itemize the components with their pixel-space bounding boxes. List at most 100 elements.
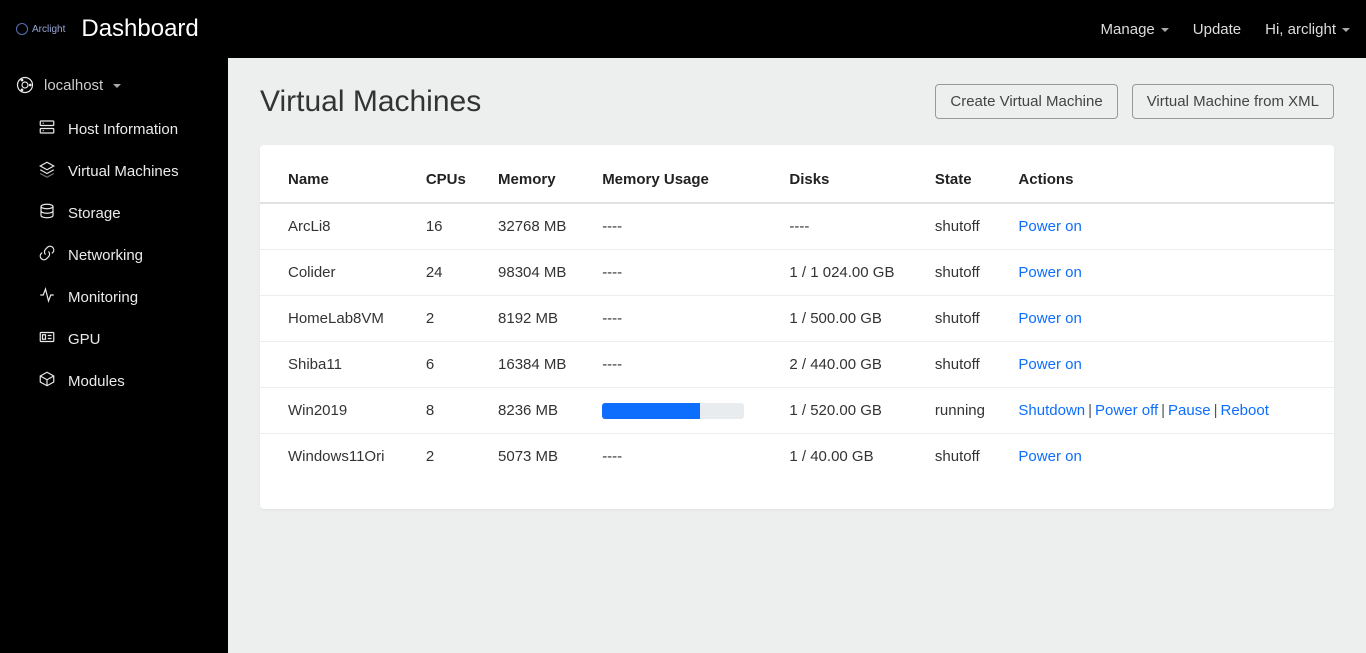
vm-actions: Power on — [1006, 203, 1334, 250]
action-pause[interactable]: Pause — [1168, 402, 1211, 419]
vm-from-xml-button[interactable]: Virtual Machine from XML — [1132, 84, 1334, 119]
action-power-on[interactable]: Power on — [1018, 264, 1081, 281]
nav-icon — [38, 244, 56, 266]
topbar: Arclight Dashboard Manage Update Hi, arc… — [0, 0, 1366, 58]
vm-memory-usage: ---- — [590, 203, 777, 250]
action-power-on[interactable]: Power on — [1018, 310, 1081, 327]
brand-logo: Arclight — [16, 23, 65, 35]
action-reboot[interactable]: Reboot — [1221, 402, 1269, 419]
col-name: Name — [260, 157, 414, 203]
vm-cpus: 8 — [414, 388, 486, 434]
manage-menu[interactable]: Manage — [1101, 21, 1169, 38]
vm-memory: 16384 MB — [486, 342, 590, 388]
vm-memory-usage: ---- — [590, 342, 777, 388]
vm-disks: 1 / 40.00 GB — [777, 434, 923, 480]
vm-cpus: 6 — [414, 342, 486, 388]
vm-actions: Power on — [1006, 250, 1334, 296]
sidebar-item-virtual-machines[interactable]: Virtual Machines — [0, 150, 228, 192]
chevron-down-icon — [1161, 28, 1169, 32]
action-power-on[interactable]: Power on — [1018, 356, 1081, 373]
col-actions: Actions — [1006, 157, 1334, 203]
main-actions: Create Virtual Machine Virtual Machine f… — [935, 84, 1334, 119]
vm-disks: ---- — [777, 203, 923, 250]
table-row: Shiba11616384 MB----2 / 440.00 GBshutoff… — [260, 342, 1334, 388]
col-state: State — [923, 157, 1007, 203]
sidebar-item-monitoring[interactable]: Monitoring — [0, 276, 228, 318]
vm-cpus: 16 — [414, 203, 486, 250]
vm-actions: Shutdown|Power off|Pause|Reboot — [1006, 388, 1334, 434]
table-row: HomeLab8VM28192 MB----1 / 500.00 GBshuto… — [260, 296, 1334, 342]
table-row: Win201988236 MB1 / 520.00 GBrunningShutd… — [260, 388, 1334, 434]
page-title: Dashboard — [81, 15, 198, 43]
col-memory-usage: Memory Usage — [590, 157, 777, 203]
vm-table-card: NameCPUsMemoryMemory UsageDisksStateActi… — [260, 145, 1334, 509]
vm-memory-usage: ---- — [590, 250, 777, 296]
user-label: Hi, arclight — [1265, 21, 1336, 38]
vm-name: Shiba11 — [260, 342, 414, 388]
nav-label: Networking — [68, 247, 143, 264]
nav-icon — [38, 202, 56, 224]
table-row: Colider2498304 MB----1 / 1 024.00 GBshut… — [260, 250, 1334, 296]
nav-label: Host Information — [68, 121, 178, 138]
vm-memory: 8192 MB — [486, 296, 590, 342]
action-power-on[interactable]: Power on — [1018, 448, 1081, 465]
chevron-down-icon — [113, 84, 121, 88]
col-disks: Disks — [777, 157, 923, 203]
vm-actions: Power on — [1006, 342, 1334, 388]
sidebar-item-storage[interactable]: Storage — [0, 192, 228, 234]
table-row: Windows11Ori25073 MB----1 / 40.00 GBshut… — [260, 434, 1334, 480]
vm-disks: 2 / 440.00 GB — [777, 342, 923, 388]
nav-icon — [38, 370, 56, 392]
vm-table: NameCPUsMemoryMemory UsageDisksStateActi… — [260, 157, 1334, 479]
vm-cpus: 24 — [414, 250, 486, 296]
sidebar-item-networking[interactable]: Networking — [0, 234, 228, 276]
ubuntu-icon — [16, 76, 34, 94]
col-memory: Memory — [486, 157, 590, 203]
nav-label: Monitoring — [68, 289, 138, 306]
col-cpus: CPUs — [414, 157, 486, 203]
progress-bar — [602, 403, 744, 419]
manage-label: Manage — [1101, 21, 1155, 38]
vm-disks: 1 / 520.00 GB — [777, 388, 923, 434]
sidebar: localhost Host Information Virtual Machin… — [0, 58, 228, 653]
sidebar-item-gpu[interactable]: GPU — [0, 318, 228, 360]
vm-name: Win2019 — [260, 388, 414, 434]
vm-memory: 98304 MB — [486, 250, 590, 296]
vm-memory-usage: ---- — [590, 434, 777, 480]
main-content: Virtual Machines Create Virtual Machine … — [228, 58, 1366, 653]
vm-state: shutoff — [923, 250, 1007, 296]
update-link[interactable]: Update — [1193, 21, 1241, 38]
nav-label: GPU — [68, 331, 101, 348]
table-row: ArcLi81632768 MB--------shutoffPower on — [260, 203, 1334, 250]
action-shutdown[interactable]: Shutdown — [1018, 402, 1085, 419]
vm-memory: 5073 MB — [486, 434, 590, 480]
nav-icon — [38, 160, 56, 182]
nav-icon — [38, 118, 56, 140]
vm-state: shutoff — [923, 203, 1007, 250]
vm-name: Windows11Ori — [260, 434, 414, 480]
vm-memory-usage: ---- — [590, 296, 777, 342]
vm-cpus: 2 — [414, 434, 486, 480]
nav-label: Virtual Machines — [68, 163, 179, 180]
host-selector[interactable]: localhost — [0, 70, 228, 108]
nav-icon — [38, 286, 56, 308]
vm-state: shutoff — [923, 434, 1007, 480]
sidebar-item-host-information[interactable]: Host Information — [0, 108, 228, 150]
vm-actions: Power on — [1006, 434, 1334, 480]
topnav: Manage Update Hi, arclight — [1101, 21, 1350, 38]
update-label: Update — [1193, 21, 1241, 38]
action-power-off[interactable]: Power off — [1095, 402, 1158, 419]
vm-memory: 8236 MB — [486, 388, 590, 434]
main-header: Virtual Machines Create Virtual Machine … — [260, 84, 1334, 119]
vm-memory-usage — [590, 388, 777, 434]
action-power-on[interactable]: Power on — [1018, 218, 1081, 235]
nav-label: Modules — [68, 373, 125, 390]
sidebar-item-modules[interactable]: Modules — [0, 360, 228, 402]
create-vm-button[interactable]: Create Virtual Machine — [935, 84, 1117, 119]
vm-memory: 32768 MB — [486, 203, 590, 250]
host-label: localhost — [44, 77, 103, 94]
vm-state: shutoff — [923, 342, 1007, 388]
vm-name: Colider — [260, 250, 414, 296]
vm-name: ArcLi8 — [260, 203, 414, 250]
user-menu[interactable]: Hi, arclight — [1265, 21, 1350, 38]
